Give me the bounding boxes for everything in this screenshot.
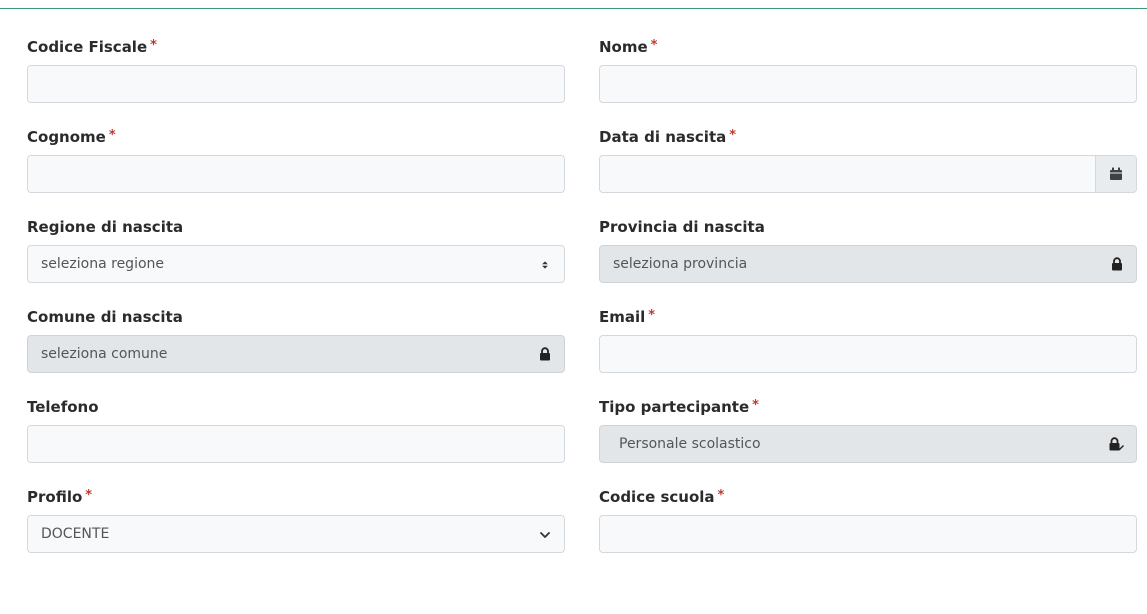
cognome-input[interactable] [27,155,565,193]
tipo-partecipante-label: Tipo partecipante * [599,398,759,416]
comune-nascita-label: Comune di nascita [27,308,183,326]
tipo-partecipante-select[interactable]: Personale scolastico [599,425,1137,463]
required-marker: * [85,488,93,503]
cognome-label: Cognome * [27,128,116,146]
nome-label: Nome * [599,38,658,56]
lock-icon [1112,257,1122,271]
required-marker: * [108,128,116,143]
registration-form: Codice Fiscale * Nome * Cognome * Data di n… [0,0,1147,614]
telefono-label: Telefono [27,398,99,416]
calendar-button[interactable] [1095,156,1136,192]
required-marker: * [150,38,157,53]
chevron-down-icon [540,532,550,538]
codice-scuola-label: Codice scuola * [599,488,725,506]
required-marker: * [650,38,658,53]
lock-edit-icon [1109,437,1124,451]
data-nascita-input[interactable] [599,155,1137,193]
regione-nascita-value: seleziona regione [41,256,165,272]
lock-icon [540,347,550,361]
provincia-nascita-value: seleziona provincia [613,256,748,272]
comune-nascita-value: seleziona comune [41,346,168,362]
profilo-label: Profilo * [27,488,93,506]
provincia-nascita-select[interactable]: seleziona provincia [599,245,1137,283]
required-marker: * [717,488,725,503]
regione-nascita-label: Regione di nascita [27,218,184,236]
data-nascita-label: Data di nascita * [599,128,737,146]
calendar-icon [1110,167,1122,180]
provincia-nascita-label: Provincia di nascita [599,218,765,236]
codice-fiscale-label: Codice Fiscale * [27,38,157,56]
profilo-value: DOCENTE [41,526,110,542]
tipo-partecipante-value: Personale scolastico [619,436,761,452]
required-marker: * [752,398,759,413]
required-marker: * [648,308,656,323]
codice-scuola-input[interactable] [599,515,1137,553]
top-divider [0,8,1147,9]
regione-nascita-select[interactable]: seleziona regione [27,245,565,283]
nome-input[interactable] [599,65,1137,103]
profilo-select[interactable]: DOCENTE [27,515,565,553]
email-label: Email * [599,308,656,326]
codice-fiscale-input[interactable] [27,65,565,103]
sort-arrows-icon [542,261,548,269]
comune-nascita-select[interactable]: seleziona comune [27,335,565,373]
email-input[interactable] [599,335,1137,373]
required-marker: * [729,128,737,143]
telefono-input[interactable] [27,425,565,463]
